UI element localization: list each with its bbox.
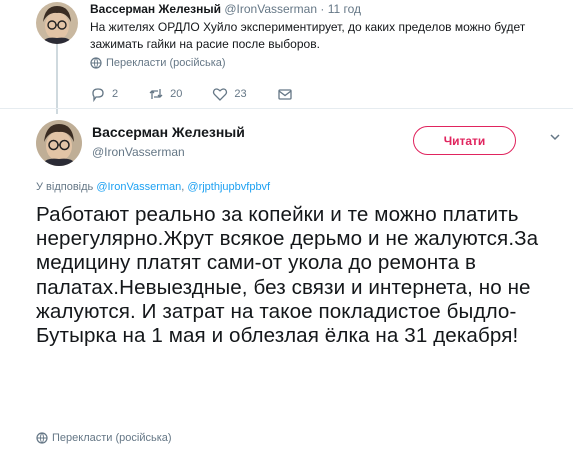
reply-icon (92, 88, 104, 102)
tweet-text: Работают реально за копейки и те можно п… (36, 203, 539, 348)
retweet-count: 20 (170, 88, 183, 100)
thread-line (56, 44, 58, 114)
retweet-icon (149, 89, 163, 99)
globe-icon (90, 57, 102, 69)
reply-mention-1[interactable]: @IronVasserman (96, 181, 181, 193)
like-count: 23 (234, 88, 247, 100)
follow-button[interactable]: Читати (413, 126, 516, 155)
divider (0, 108, 573, 109)
author-handle[interactable]: @IronVasserman (92, 145, 185, 159)
translate-link[interactable]: Перекласти (російська) (90, 57, 226, 69)
parent-header: Вассерман Железный @IronVasserman · 11 г… (90, 2, 361, 16)
tweet-actions: 2 20 23 (90, 86, 323, 102)
reply-context: У відповідь @IronVasserman, @rjpthjupbvf… (36, 181, 270, 193)
reply-button[interactable]: 2 (90, 86, 118, 102)
translate-label: Перекласти (російська) (52, 432, 172, 444)
tweet-text: На жителях ОРДЛО Хуйло экспериментирует,… (90, 20, 526, 51)
avatar[interactable] (36, 120, 82, 166)
reply-count: 2 (112, 88, 119, 100)
avatar[interactable] (36, 2, 78, 44)
author-name[interactable]: Вассерман Железный (90, 2, 221, 16)
chevron-down-icon[interactable] (548, 130, 562, 144)
retweet-button[interactable]: 20 (148, 86, 182, 102)
author-name[interactable]: Вассерман Железный (92, 124, 245, 140)
like-button[interactable]: 23 (212, 86, 247, 102)
reply-prefix: У відповідь (36, 181, 94, 193)
timestamp[interactable]: 11 год (328, 2, 361, 16)
reply-mention-2[interactable]: @rjpthjupbvfpbvf (187, 181, 270, 193)
dm-icon (277, 89, 292, 100)
dm-button[interactable] (277, 86, 293, 102)
author-handle[interactable]: @IronVasserman (224, 2, 317, 16)
translate-label: Перекласти (російська) (106, 57, 226, 69)
translate-link[interactable]: Перекласти (російська) (36, 432, 172, 444)
separator: · (320, 2, 325, 16)
like-icon (213, 88, 228, 101)
globe-icon (36, 432, 48, 444)
parent-tweet[interactable]: Вассерман Железный @IronVasserman · 11 г… (0, 0, 573, 114)
reply-separator: , (181, 181, 185, 193)
